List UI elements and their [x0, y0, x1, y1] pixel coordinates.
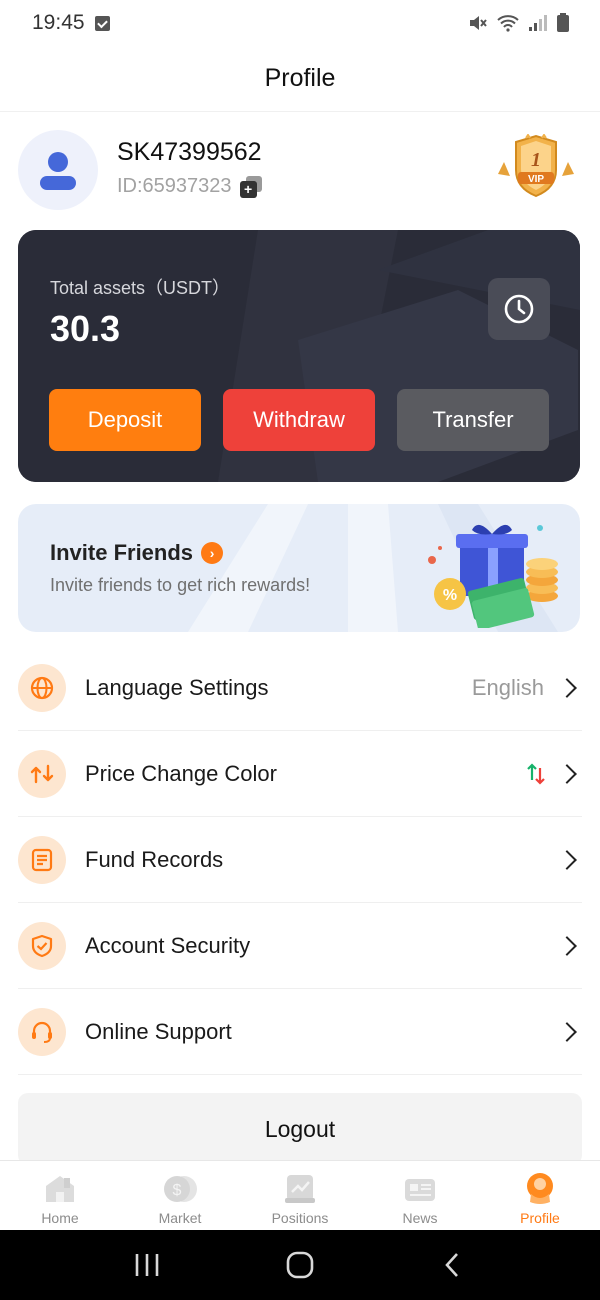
back-icon[interactable] [438, 1250, 468, 1280]
positions-icon [285, 1175, 315, 1203]
market-icon: $ [164, 1176, 197, 1202]
chevron-right-icon [557, 677, 577, 698]
tab-label: News [402, 1210, 438, 1226]
tab-label: Market [158, 1210, 202, 1226]
tab-label: Positions [271, 1210, 329, 1226]
page-title: Profile [264, 64, 336, 92]
settings-menu: Language Settings English Price Change C… [18, 645, 582, 1075]
profile-icon [527, 1173, 553, 1204]
assets-card: Total assets（USDT） 30.3 Deposit Withdraw… [18, 230, 580, 482]
document-icon [18, 835, 66, 884]
language-value: English [471, 674, 544, 700]
headset-icon [18, 1007, 66, 1056]
menu-item-price-change-color[interactable]: Price Change Color [18, 731, 582, 817]
status-time: 19:45 [32, 11, 85, 34]
total-assets-value: 30.3 [50, 308, 121, 349]
bottom-tab-bar: Home $ Market Positions News Profile [0, 1160, 600, 1230]
tab-label: Home [41, 1210, 79, 1226]
home-circle-icon[interactable] [285, 1250, 315, 1280]
gift-box-icon: % [428, 524, 558, 628]
signal-icon [529, 15, 547, 31]
tab-market[interactable]: $ Market [120, 1161, 240, 1230]
user-profile-block: SK47399562 ID:65937323 + 1 VIP [18, 128, 582, 214]
username: SK47399562 [117, 138, 262, 166]
menu-item-fund-records[interactable]: Fund Records [18, 817, 582, 903]
arrow-right-icon: › [201, 542, 224, 564]
menu-item-account-security[interactable]: Account Security [18, 903, 582, 989]
transfer-button[interactable]: Transfer [397, 389, 549, 451]
tab-news[interactable]: News [360, 1161, 480, 1230]
vip-label: VIP [528, 174, 544, 185]
deposit-button[interactable]: Deposit [49, 389, 201, 451]
vip-badge-icon[interactable]: 1 VIP [496, 134, 576, 200]
svg-text:$: $ [173, 1182, 182, 1199]
menu-item-online-support[interactable]: Online Support [18, 989, 582, 1075]
menu-label: Account Security [85, 932, 251, 958]
battery-icon [557, 13, 569, 32]
status-bar: 19:45 [0, 0, 600, 46]
recent-apps-icon[interactable] [132, 1252, 162, 1278]
total-assets-label: Total assets（USDT） [50, 278, 231, 298]
chevron-right-icon [557, 1021, 577, 1042]
page-header: Profile [0, 46, 600, 112]
menu-label: Price Change Color [85, 760, 277, 786]
wifi-icon [497, 15, 519, 32]
price-change-icon [18, 749, 66, 798]
menu-label: Language Settings [85, 674, 269, 700]
menu-item-language-settings[interactable]: Language Settings English [18, 645, 582, 731]
copy-icon[interactable]: + [239, 175, 262, 198]
menu-label: Fund Records [85, 846, 224, 872]
shield-check-icon [18, 921, 66, 970]
mute-icon [470, 16, 487, 30]
history-button[interactable] [488, 278, 550, 340]
tab-home[interactable]: Home [0, 1161, 120, 1230]
tab-label: Profile [520, 1210, 560, 1226]
globe-icon [18, 663, 66, 712]
vip-level: 1 [531, 149, 541, 171]
chevron-right-icon [557, 935, 577, 956]
invite-friends-banner[interactable]: Invite Friends › Invite friends to get r… [18, 504, 580, 632]
news-icon [405, 1179, 435, 1201]
logout-button[interactable]: Logout [18, 1093, 582, 1165]
svg-text:%: % [443, 587, 457, 604]
home-icon [46, 1176, 74, 1202]
invite-title: Invite Friends [50, 540, 194, 565]
menu-label: Online Support [85, 1018, 232, 1044]
withdraw-button[interactable]: Withdraw [223, 389, 375, 451]
user-id: ID:65937323 [117, 175, 232, 197]
notification-icon [94, 15, 110, 31]
up-down-arrows-icon [527, 762, 545, 785]
system-navigation-bar [0, 1230, 600, 1300]
chevron-right-icon [557, 849, 577, 870]
chevron-right-icon [557, 763, 577, 784]
tab-profile[interactable]: Profile [480, 1161, 600, 1230]
invite-description: Invite friends to get rich rewards! [50, 575, 311, 595]
avatar[interactable] [18, 130, 98, 210]
tab-positions[interactable]: Positions [240, 1161, 360, 1230]
clock-icon [504, 294, 534, 324]
